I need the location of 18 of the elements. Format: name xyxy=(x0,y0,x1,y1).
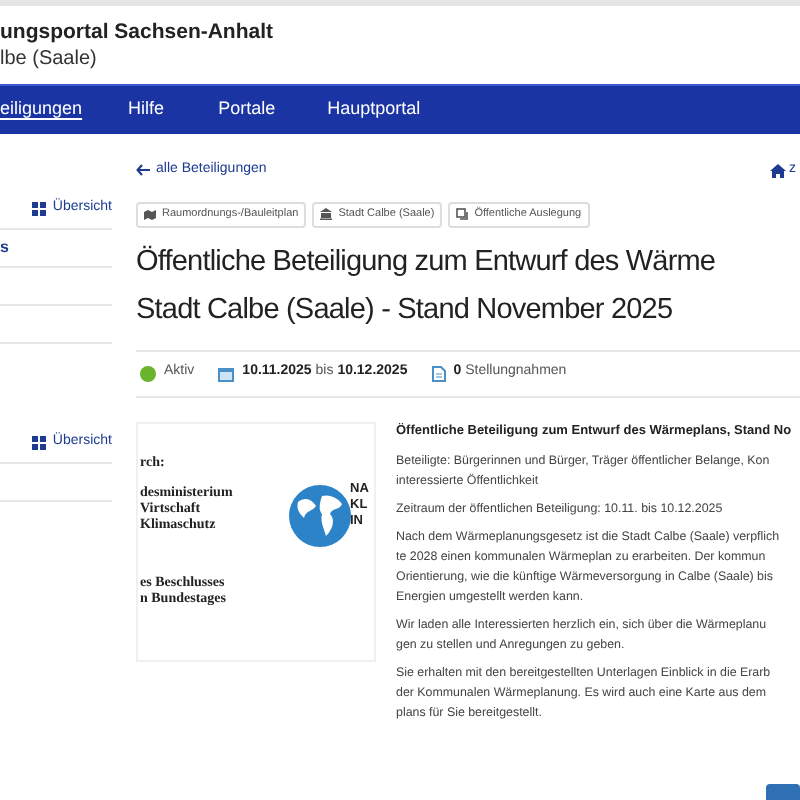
nav-link[interactable]: Hauptportal xyxy=(327,96,421,124)
copy-icon xyxy=(456,208,469,220)
home-icon xyxy=(769,163,785,178)
sidebar-item[interactable]: s xyxy=(0,230,112,268)
globe-icon xyxy=(288,483,352,547)
document-icon xyxy=(431,365,446,381)
grid-icon xyxy=(32,436,47,450)
map-icon xyxy=(144,209,156,219)
calendar-icon xyxy=(218,365,235,381)
portal-subtitle: lbe (Saale) xyxy=(0,45,99,71)
portal-title: ungsportal Sachsen-Anhalt xyxy=(0,19,276,45)
building-icon xyxy=(320,208,333,220)
nav-link[interactable]: eiligungen xyxy=(0,96,83,124)
arrow-left-icon xyxy=(136,164,150,177)
grid-icon xyxy=(32,202,47,216)
nav-link[interactable]: Hilfe xyxy=(128,96,165,124)
nav-link[interactable]: Portale xyxy=(218,96,276,124)
page-title: Öffentliche Beteiligung zum Entwurf des Wärme Stadt Calbe (Saale) - Stand November 2025 xyxy=(136,243,718,329)
